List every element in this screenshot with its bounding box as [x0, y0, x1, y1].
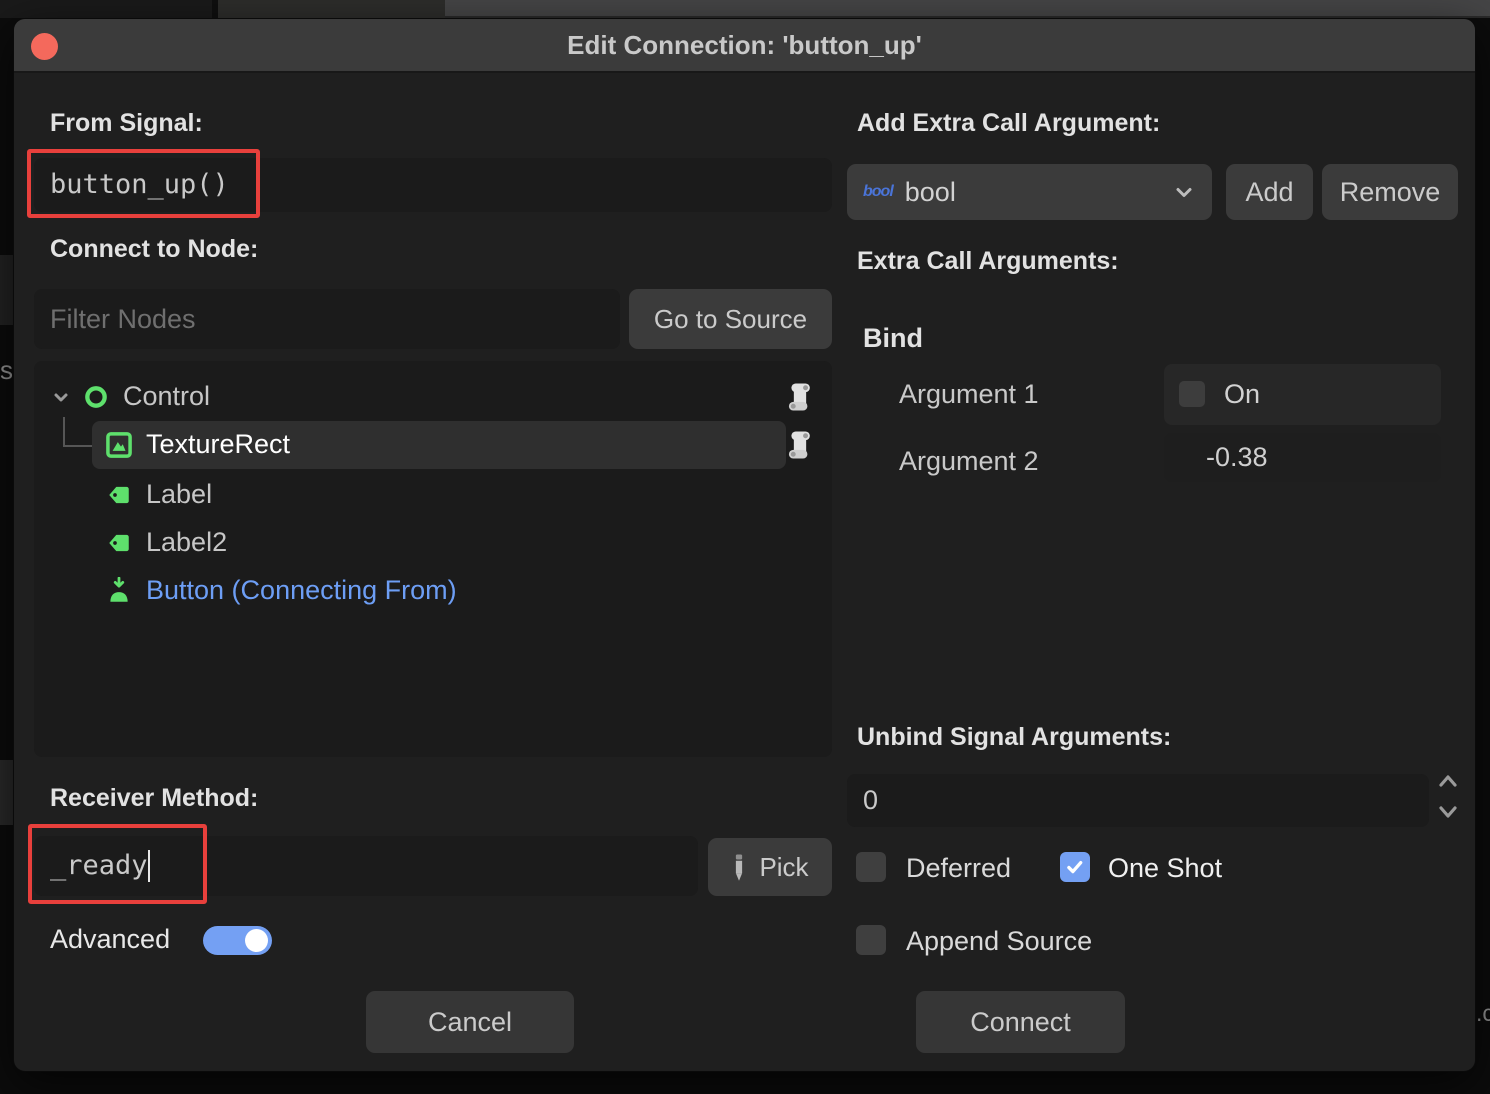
dialog-title: Edit Connection: 'button_up': [14, 19, 1475, 71]
spinner-down-icon[interactable]: [1436, 799, 1460, 830]
from-signal-value: button_up(): [50, 158, 229, 212]
script-icon[interactable]: [786, 381, 814, 418]
tree-row-button[interactable]: Button (Connecting From): [34, 567, 832, 615]
argument-2-value: -0.38: [1206, 433, 1268, 482]
button-icon: [106, 577, 132, 610]
argument-1-checkbox[interactable]: [1179, 381, 1205, 407]
go-to-source-button[interactable]: Go to Source: [629, 289, 832, 349]
add-argument-button[interactable]: Add: [1226, 164, 1313, 220]
argument-2-field[interactable]: -0.38: [1164, 433, 1441, 482]
close-icon[interactable]: [31, 33, 58, 60]
tree-node-label: TextureRect: [146, 429, 290, 460]
toggle-knob: [245, 929, 268, 952]
unbind-value: 0: [863, 774, 878, 827]
background-panel-edge-lower: [0, 760, 13, 825]
receiver-method-value: _ready: [50, 836, 148, 896]
node-tree: Control TextureRect: [34, 361, 832, 757]
background-panel-left: [0, 0, 212, 18]
background-partial-text-left: s: [0, 355, 13, 386]
from-signal-input[interactable]: button_up(): [34, 158, 832, 212]
pick-button-label: Pick: [759, 852, 808, 883]
argument-1-value-label: On: [1224, 364, 1260, 425]
edit-connection-dialog: Edit Connection: 'button_up' From Signal…: [13, 18, 1476, 1072]
argument-type-dropdown[interactable]: bool bool: [847, 164, 1212, 220]
bool-type-icon: bool: [863, 183, 893, 201]
dialog-titlebar[interactable]: Edit Connection: 'button_up': [14, 19, 1475, 73]
tree-node-label: Label: [146, 479, 212, 510]
from-signal-label: From Signal:: [50, 109, 203, 138]
pencil-icon: [731, 852, 747, 882]
tree-node-label: Label2: [146, 527, 227, 558]
tree-node-label: Control: [123, 381, 210, 412]
argument-type-selected: bool: [905, 177, 956, 208]
chevron-down-icon[interactable]: [49, 385, 73, 414]
argument-1-field[interactable]: On: [1164, 364, 1441, 425]
bind-section-label: Bind: [863, 323, 923, 354]
append-source-label: Append Source: [906, 926, 1092, 957]
extra-call-arguments-label: Extra Call Arguments:: [857, 247, 1119, 276]
advanced-label: Advanced: [50, 924, 170, 955]
one-shot-label: One Shot: [1108, 853, 1222, 884]
tree-row-label[interactable]: Label: [34, 471, 832, 519]
deferred-checkbox[interactable]: [856, 852, 886, 882]
background-panel-right: [445, 0, 1490, 18]
one-shot-checkbox[interactable]: [1060, 852, 1090, 882]
background-partial-text-right: .c: [1476, 1000, 1490, 1027]
unbind-spinbox[interactable]: 0: [847, 774, 1429, 827]
pick-button[interactable]: Pick: [708, 838, 832, 896]
receiver-method-input[interactable]: _ready: [34, 836, 698, 896]
chevron-down-icon: [1172, 180, 1196, 204]
connect-to-node-label: Connect to Node:: [50, 235, 258, 264]
spinner-up-icon[interactable]: [1436, 769, 1460, 800]
connect-button[interactable]: Connect: [916, 991, 1125, 1053]
tree-row-texturerect[interactable]: TextureRect: [34, 421, 832, 469]
background-panel-mid: [218, 0, 445, 18]
deferred-label: Deferred: [906, 853, 1011, 884]
tree-row-label2[interactable]: Label2: [34, 519, 832, 567]
advanced-toggle[interactable]: [203, 926, 272, 955]
unbind-signal-arguments-label: Unbind Signal Arguments:: [857, 723, 1171, 752]
label-icon: [106, 482, 132, 513]
texture-rect-icon: [105, 431, 133, 464]
filter-nodes-field[interactable]: [34, 289, 620, 349]
tree-node-label: Button (Connecting From): [146, 575, 457, 606]
remove-argument-button[interactable]: Remove: [1322, 164, 1458, 220]
argument-1-label: Argument 1: [899, 379, 1039, 410]
text-caret: [148, 850, 150, 882]
tree-row-control[interactable]: Control: [34, 373, 832, 421]
argument-2-label: Argument 2: [899, 446, 1039, 477]
add-extra-call-argument-label: Add Extra Call Argument:: [857, 109, 1160, 138]
label-icon: [106, 530, 132, 561]
control-icon: [83, 384, 109, 415]
cancel-button[interactable]: Cancel: [366, 991, 574, 1053]
background-panel-edge-upper: [0, 255, 13, 325]
receiver-method-label: Receiver Method:: [50, 784, 258, 813]
append-source-checkbox[interactable]: [856, 925, 886, 955]
filter-nodes-input[interactable]: [34, 289, 620, 349]
script-icon[interactable]: [786, 429, 814, 466]
